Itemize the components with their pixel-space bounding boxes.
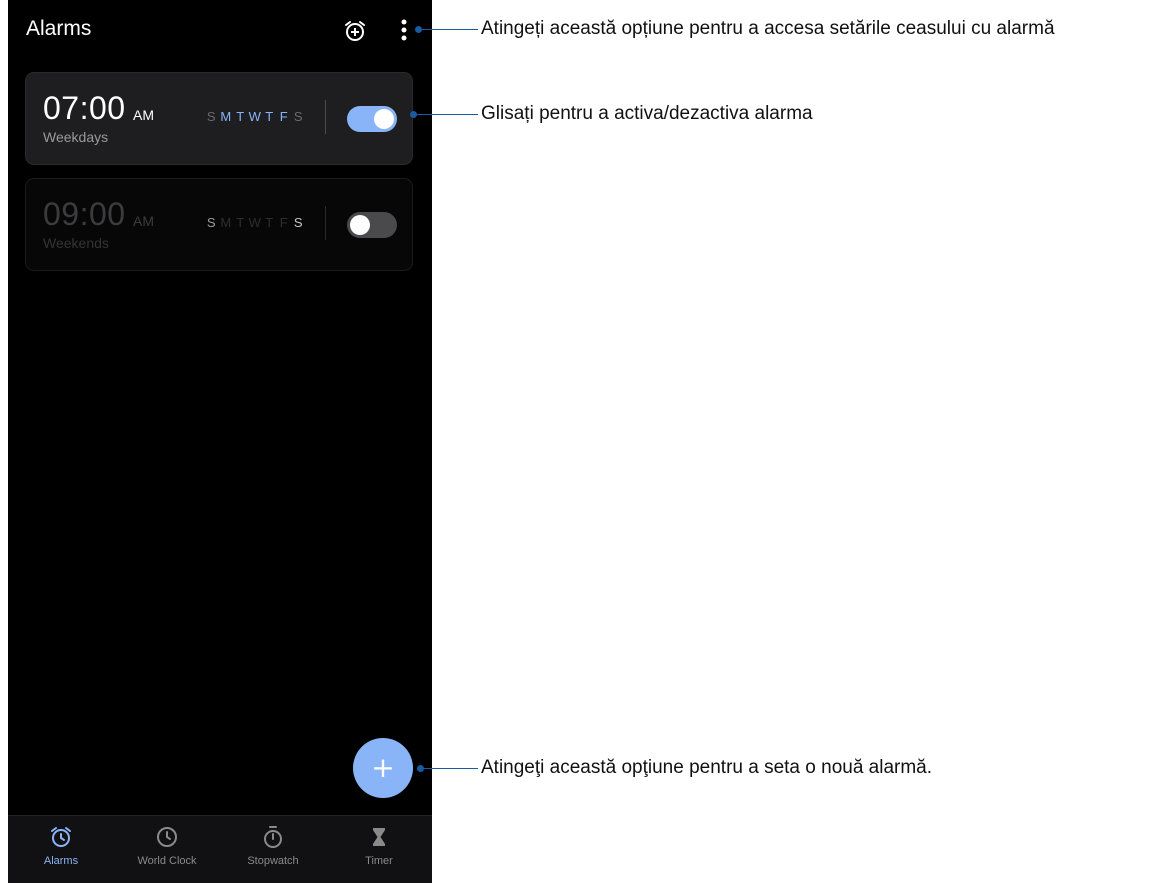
alarm-label: Weekdays <box>43 129 109 145</box>
alarm-toggle[interactable] <box>347 212 397 238</box>
day-saturday: S <box>293 109 303 124</box>
tab-label: Alarms <box>43 855 79 867</box>
tab-world-clock[interactable]: World Clock <box>114 816 220 883</box>
day-monday: M <box>220 109 232 124</box>
hourglass-icon <box>326 825 432 849</box>
alarm-days: S M T W T F S <box>204 215 306 230</box>
add-alarm-icon[interactable] <box>342 18 368 44</box>
add-alarm-button[interactable]: + <box>353 738 413 798</box>
callout-line <box>422 768 478 769</box>
day-saturday: S <box>293 215 303 230</box>
more-options-icon[interactable] <box>394 16 414 44</box>
plus-icon: + <box>371 751 395 784</box>
divider <box>325 206 326 240</box>
alarm-icon <box>8 825 114 849</box>
clock-icon <box>114 825 220 849</box>
alarm-label: Weekends <box>43 235 109 251</box>
divider <box>325 100 326 134</box>
page-title: Alarms <box>26 17 92 40</box>
day-sunday: S <box>206 215 216 230</box>
callout-line <box>420 29 478 30</box>
alarm-time: 07:00 <box>43 90 126 126</box>
tab-label: Stopwatch <box>247 855 299 867</box>
day-wednesday: W <box>248 109 261 124</box>
day-friday: F <box>279 215 288 230</box>
bottom-navigation: Alarms World Clock Stopwatch Timer <box>8 815 432 883</box>
toggle-knob <box>350 215 370 235</box>
stopwatch-icon <box>220 825 326 849</box>
alarm-days: S M T W T F S <box>204 109 306 124</box>
tab-label: Timer <box>365 855 393 867</box>
toggle-knob <box>374 109 394 129</box>
tab-stopwatch[interactable]: Stopwatch <box>220 816 326 883</box>
tab-alarms[interactable]: Alarms <box>8 816 114 883</box>
callout-settings: Atingeți această opțiune pentru a accesa… <box>481 18 1055 39</box>
phone-screen: Alarms 07:00 AM Weekdays S M T W T F S 0… <box>8 0 432 883</box>
day-tuesday: T <box>236 109 245 124</box>
day-monday: M <box>220 215 232 230</box>
tab-label: World Clock <box>137 855 197 867</box>
day-sunday: S <box>206 109 216 124</box>
day-tuesday: T <box>236 215 245 230</box>
alarm-ampm: AM <box>133 213 154 229</box>
day-wednesday: W <box>248 215 261 230</box>
callout-toggle: Glisați pentru a activa/dezactiva alarma <box>481 103 813 124</box>
callout-line <box>415 114 478 115</box>
alarm-ampm: AM <box>133 107 154 123</box>
app-bar: Alarms <box>8 0 432 60</box>
day-thursday: T <box>265 215 274 230</box>
alarm-card[interactable]: 07:00 AM Weekdays S M T W T F S <box>25 72 413 165</box>
day-thursday: T <box>265 109 274 124</box>
alarm-card[interactable]: 09:00 AM Weekends S M T W T F S <box>25 178 413 271</box>
alarm-time: 09:00 <box>43 196 126 232</box>
callout-add: Atingeţi această opţiune pentru a seta o… <box>481 757 933 778</box>
day-friday: F <box>279 109 288 124</box>
tab-timer[interactable]: Timer <box>326 816 432 883</box>
alarm-toggle[interactable] <box>347 106 397 132</box>
